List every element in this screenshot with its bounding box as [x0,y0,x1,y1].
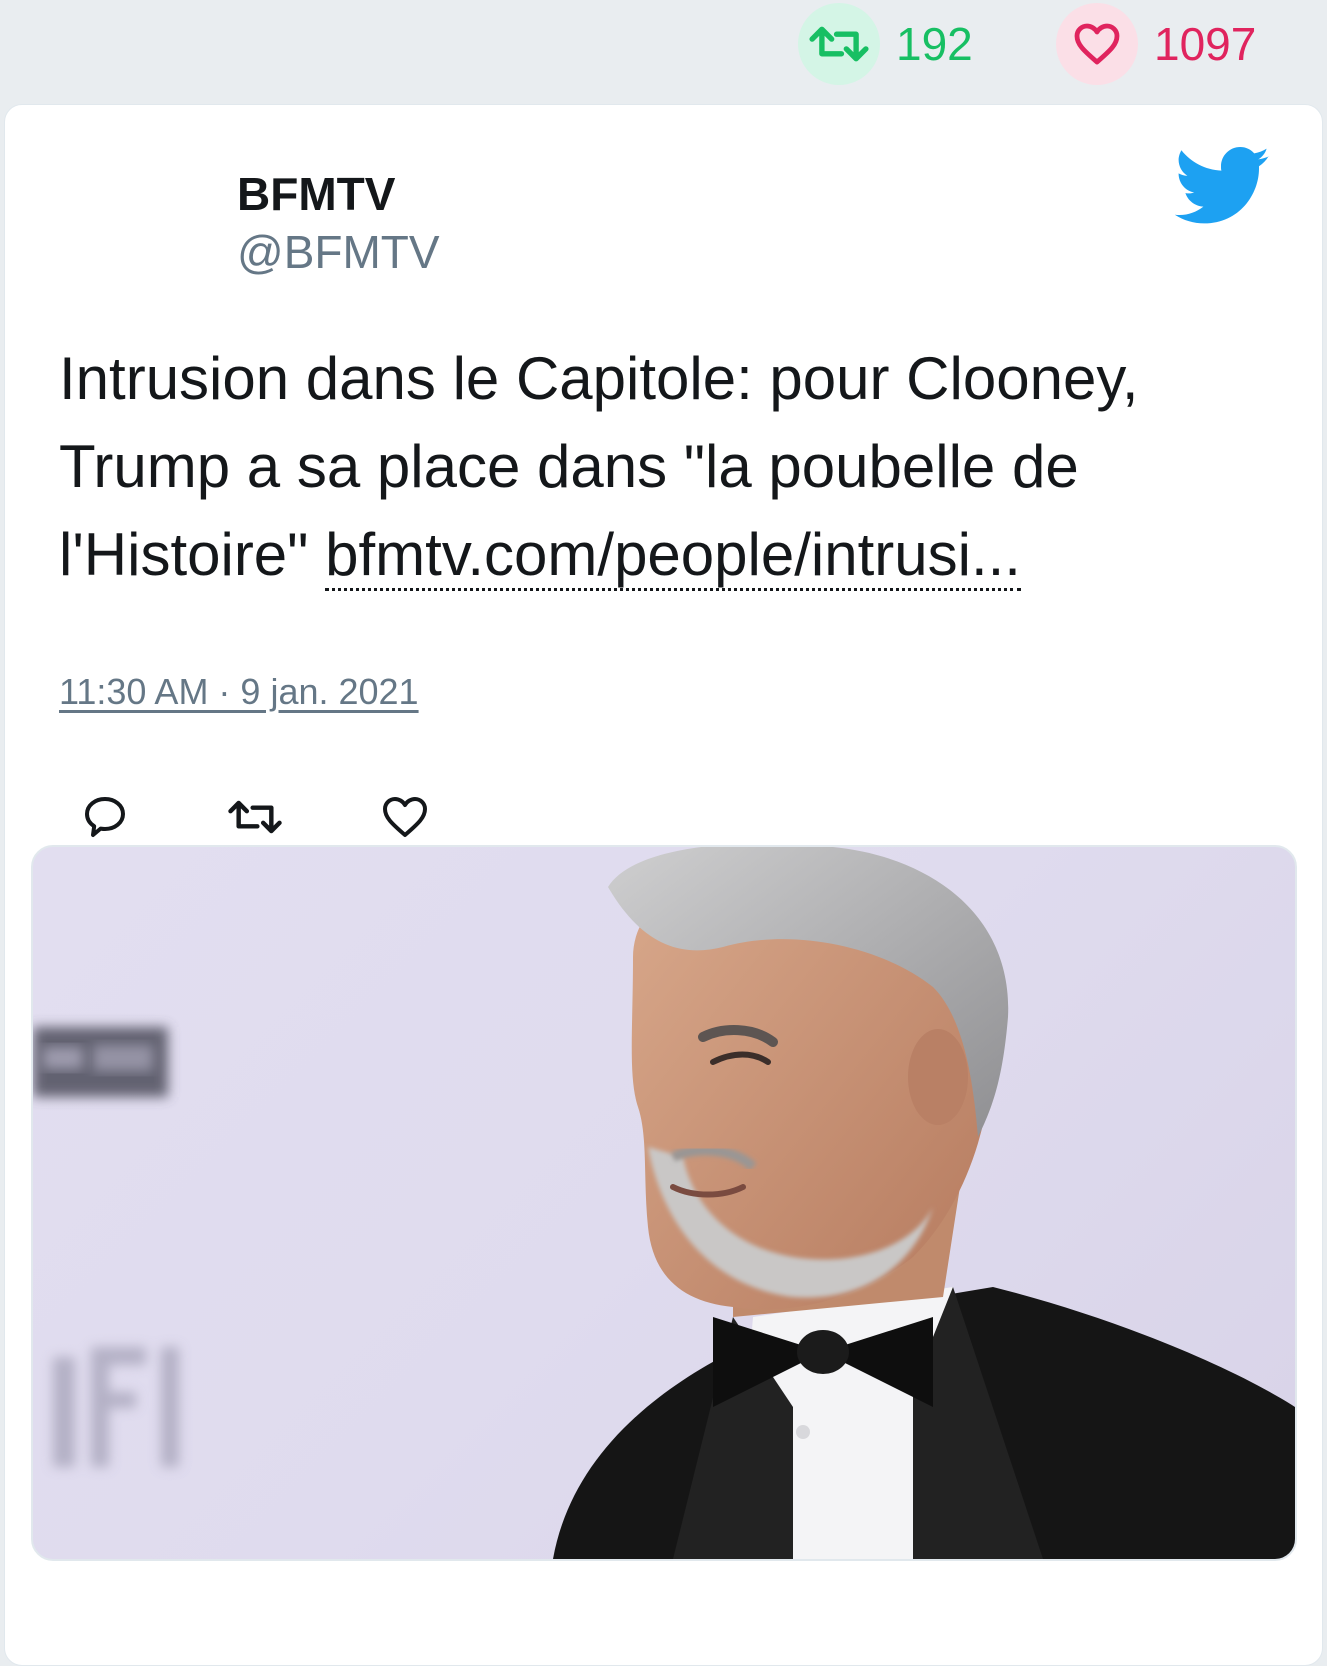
tweet-card: BFMTV @BFMTV Intrusion dans le Capitole:… [4,104,1323,1666]
reply-button[interactable] [75,787,135,847]
media-photo [33,847,1295,1559]
retweet-count: 192 [896,18,973,70]
tweet-actions [75,787,435,847]
tweet-text: Intrusion dans le Capitole: pour Clooney… [59,335,1289,599]
tweet-media-image[interactable] [31,845,1297,1561]
like-icon [383,797,427,837]
retweet-stat: 192 [798,3,973,85]
like-stat-icon-circle [1056,3,1138,85]
reply-icon [85,797,125,837]
like-button[interactable] [375,787,435,847]
tweet-timestamp[interactable]: 11:30 AM · 9 jan. 2021 [59,671,419,713]
like-count: 1097 [1154,18,1257,70]
tweet-link[interactable]: bfmtv.com/people/intrusi... [325,521,1021,591]
user-name[interactable]: BFMTV [237,167,395,221]
avatar[interactable] [59,161,179,281]
user-handle[interactable]: @BFMTV [237,225,440,279]
engagement-stats-bar: 192 1097 [0,0,1327,100]
like-stat: 1097 [1056,3,1257,85]
heart-icon [1074,23,1120,65]
retweet-button[interactable] [225,787,285,847]
retweet-icon [809,26,869,62]
retweet-icon [228,800,282,834]
twitter-bird-icon[interactable] [1175,147,1271,227]
retweet-stat-icon-circle [798,3,880,85]
